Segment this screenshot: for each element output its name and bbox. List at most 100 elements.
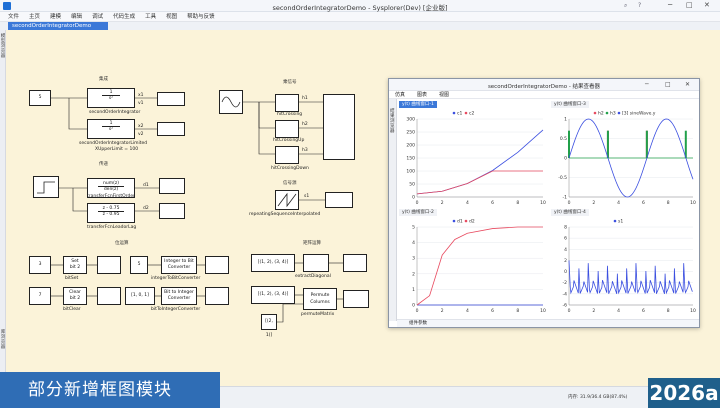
scope-block-6[interactable] bbox=[325, 192, 353, 208]
result-viewer-titlebar: secondOrderIntegratorDemo - 结果查看器 ─ □ ✕ bbox=[389, 79, 699, 91]
rsi-label: repeatingSequenceInterpolated bbox=[249, 212, 321, 217]
result-viewer-window[interactable]: secondOrderIntegratorDemo - 结果查看器 ─ □ ✕ … bbox=[388, 78, 700, 328]
viewer-maximize-button[interactable]: □ bbox=[665, 81, 671, 88]
viewer-menu-view[interactable]: 视图 bbox=[439, 91, 449, 98]
plot-pane-1[interactable]: y(t) 曲线窗口-1 0 50 100 150 200 250 300 0 2 4 6 8 10 c1 c… bbox=[399, 101, 549, 209]
section-transfer-label: 传递 bbox=[99, 162, 108, 167]
section-bit-ops-label: 位运算 bbox=[115, 241, 129, 246]
x-tick-label: 8 bbox=[667, 308, 670, 314]
hit-crossing-up-block[interactable] bbox=[275, 120, 299, 138]
series-line bbox=[416, 170, 543, 195]
memory-indicator: 内存: 31.9/36.4 GB(87.4%) bbox=[568, 395, 628, 400]
spike-bar bbox=[568, 130, 570, 158]
ramp-icon bbox=[277, 192, 297, 208]
second-order-integrator-limited-block[interactable]: 1 s² bbox=[87, 119, 135, 139]
second-order-integrator-block[interactable]: 1 s² bbox=[87, 88, 135, 108]
constant-7-block[interactable]: 7 bbox=[29, 287, 51, 305]
legend-marker bbox=[593, 111, 597, 115]
plot-pane-1-tab[interactable]: y(t) 曲线窗口-1 bbox=[399, 101, 437, 108]
display-block-1[interactable] bbox=[97, 256, 121, 274]
plot-pane-4-tab[interactable]: y(t) 曲线窗口-4 bbox=[551, 209, 589, 216]
extract-diagonal-block[interactable] bbox=[303, 254, 329, 272]
menu-home[interactable]: 主页 bbox=[29, 12, 40, 21]
x-tick-label: 8 bbox=[667, 200, 670, 206]
x-tick-label: 4 bbox=[617, 308, 620, 314]
hitdown-label: hitCrossingDown bbox=[271, 166, 309, 171]
help-icon[interactable]: ? bbox=[638, 2, 641, 9]
tf-denominator: den(z) bbox=[98, 186, 124, 192]
sine-wave-block[interactable] bbox=[219, 90, 243, 114]
viewer-minimize-button[interactable]: ─ bbox=[645, 81, 649, 88]
permute-columns-block[interactable]: Permute Columns bbox=[303, 288, 337, 310]
legend-label: h2 bbox=[598, 111, 604, 117]
viewer-close-button[interactable]: ✕ bbox=[685, 81, 690, 88]
menu-tools[interactable]: 工具 bbox=[145, 12, 156, 21]
display-block-4[interactable] bbox=[205, 287, 229, 305]
section-signal-gen-label: 信号源 bbox=[283, 181, 297, 186]
constant-3-block[interactable]: 3 bbox=[29, 256, 51, 274]
display-block-6[interactable] bbox=[343, 290, 369, 308]
display-block-2[interactable] bbox=[97, 287, 121, 305]
step-source-block[interactable] bbox=[33, 176, 59, 198]
menu-debug[interactable]: 调试 bbox=[92, 12, 103, 21]
close-button[interactable]: ✕ bbox=[704, 1, 710, 9]
constant-5-block[interactable]: 5 bbox=[130, 256, 148, 274]
y-tick-label: 100 bbox=[406, 169, 415, 175]
document-tab[interactable]: secondOrderIntegratorDemo bbox=[8, 22, 108, 30]
plot-pane-4[interactable]: y(t) 曲线窗口-4 -6 -4 -2 0 2 4 6 8 0 2 4 6 8 10 s1 bbox=[551, 209, 699, 317]
component-params-bar[interactable]: 组件参数 bbox=[397, 319, 699, 327]
minimize-button[interactable]: ─ bbox=[668, 1, 672, 9]
result-browser-tab[interactable]: 结果浏览器 bbox=[390, 109, 396, 134]
menu-modeling[interactable]: 建模 bbox=[50, 12, 61, 21]
x1-signal-label: x1 bbox=[138, 93, 144, 98]
hit-label: hitCrossing bbox=[277, 112, 303, 117]
left-panel-strip: 模型浏览器 库浏览器 bbox=[0, 30, 6, 386]
library-browser-tab[interactable]: 库浏览器 bbox=[0, 330, 6, 350]
scope-block-1[interactable] bbox=[157, 92, 185, 106]
scope-block-2[interactable] bbox=[157, 122, 185, 136]
legend-label: d1 bbox=[457, 219, 463, 225]
matrix-constant-block-1[interactable]: [(1, 2), (3, 4)] bbox=[251, 254, 295, 272]
set-bit-block[interactable]: Set bit 2 bbox=[63, 256, 87, 274]
menu-codegen[interactable]: 代码生成 bbox=[113, 12, 135, 21]
extract-label: extractDiagonal bbox=[295, 274, 331, 279]
legend-marker bbox=[452, 111, 456, 115]
plot-pane-3-tab[interactable]: y(t) 曲线窗口-3 bbox=[551, 101, 589, 108]
integer-to-bit-block[interactable]: Integer to Bit Converter bbox=[161, 256, 197, 274]
matrix-constant-block-2[interactable]: [(1, 2), (3, 4)] bbox=[251, 286, 295, 304]
menu-edit[interactable]: 编辑 bbox=[71, 12, 82, 21]
soil-label: secondOrderIntegratorLimited bbox=[79, 141, 148, 146]
model-browser-tab[interactable]: 模型浏览器 bbox=[0, 34, 6, 59]
maximize-button[interactable]: □ bbox=[686, 1, 693, 9]
menu-help[interactable]: 帮助与反馈 bbox=[187, 12, 215, 21]
search-icon[interactable]: ⌕ bbox=[624, 2, 627, 10]
bit-to-integer-block[interactable]: Bit to Integer Converter bbox=[161, 287, 197, 305]
viewer-menu-chart[interactable]: 图表 bbox=[417, 91, 427, 98]
clear-bit-block[interactable]: Clear bit 2 bbox=[63, 287, 87, 305]
x-tick-label: 0 bbox=[416, 308, 419, 314]
menu-file[interactable]: 文件 bbox=[8, 12, 19, 21]
repeating-sequence-block[interactable] bbox=[275, 190, 299, 210]
xupper-label: XUpperLimit = 100 bbox=[95, 147, 139, 152]
i2bconv-label: integerToBitConverter bbox=[151, 276, 201, 281]
hit-crossing-block[interactable] bbox=[275, 94, 299, 112]
transfer-fcn-lead-lag-block[interactable]: z - 0.75 z - 0.95 bbox=[87, 203, 135, 223]
display-block-3[interactable] bbox=[205, 256, 229, 274]
matrix-constant-block-3[interactable]: [(2, 1)] bbox=[261, 314, 277, 338]
plot-pane-2-tab[interactable]: y(t) 曲线窗口-2 bbox=[399, 209, 437, 216]
scope-block-5[interactable] bbox=[323, 94, 355, 160]
y-tick-label: 4 bbox=[412, 240, 415, 246]
plot-pane-2[interactable]: y(t) 曲线窗口-2 0 1 2 3 4 5 0 2 4 6 8 10 d1 d2 bbox=[399, 209, 549, 317]
hit-crossing-down-block[interactable] bbox=[275, 146, 299, 164]
menu-view[interactable]: 视图 bbox=[166, 12, 177, 21]
y-tick-label: -1 bbox=[563, 195, 568, 201]
plot-pane-3[interactable]: y(t) 曲线窗口-3 -1 -0.5 0 0.5 1 0 2 4 6 8 10 h2 h3 [3] si… bbox=[551, 101, 699, 209]
constant-block[interactable]: 5 bbox=[29, 90, 51, 106]
legend-marker bbox=[464, 219, 468, 223]
scope-block-4[interactable] bbox=[159, 203, 185, 219]
result-viewer-menu: 仿真 图表 视图 bbox=[389, 91, 699, 99]
viewer-menu-sim[interactable]: 仿真 bbox=[395, 91, 405, 98]
display-block-5[interactable] bbox=[343, 254, 367, 272]
vector-constant-block[interactable]: [1, 0, 1] bbox=[125, 287, 155, 305]
scope-block-3[interactable] bbox=[159, 178, 185, 194]
